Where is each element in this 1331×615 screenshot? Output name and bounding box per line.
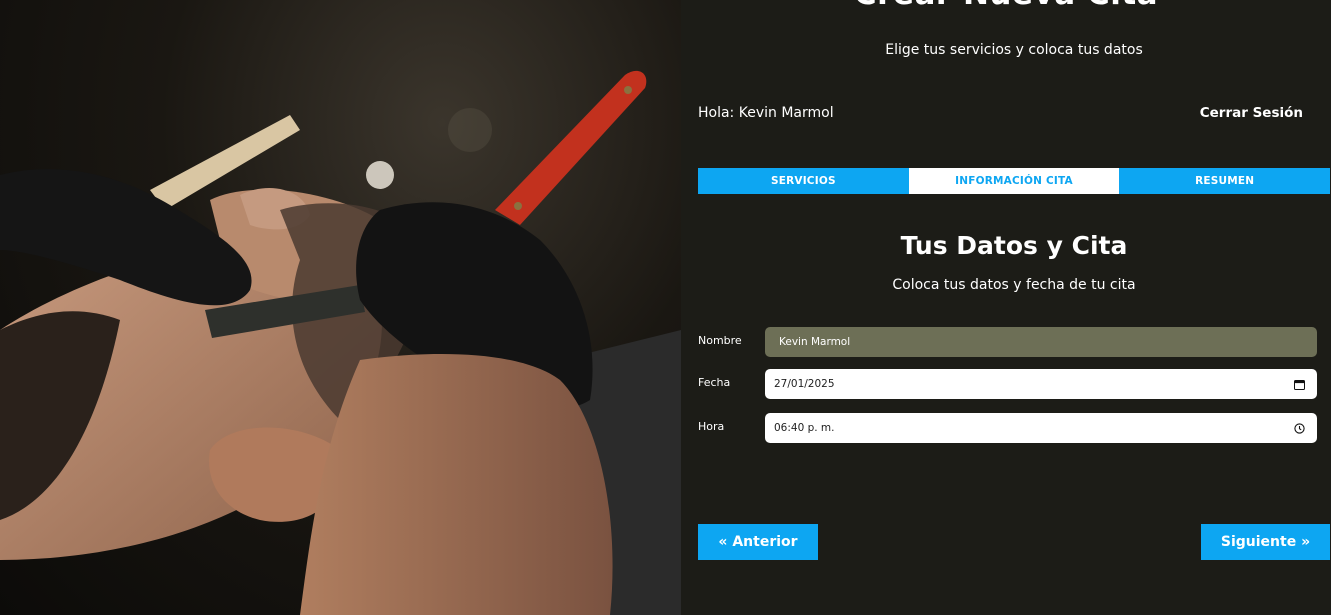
time-label: Hora xyxy=(698,420,725,433)
next-button[interactable]: Siguiente » xyxy=(1201,524,1330,560)
time-field[interactable]: 06:40 p. m. xyxy=(765,413,1317,443)
date-field[interactable]: 27/01/2025 xyxy=(765,369,1317,399)
page-subtitle: Elige tus servicios y coloca tus datos xyxy=(885,42,1143,58)
user-greeting: Hola: Kevin Marmol xyxy=(698,105,834,121)
name-row: Nombre Kevin Marmol xyxy=(698,327,1317,358)
name-value: Kevin Marmol xyxy=(779,336,851,348)
tab-resumen[interactable]: RESUMEN xyxy=(1119,168,1331,194)
name-field[interactable]: Kevin Marmol xyxy=(765,327,1317,357)
logout-link[interactable]: Cerrar Sesión xyxy=(1200,105,1303,121)
calendar-icon[interactable] xyxy=(1293,378,1305,390)
appointment-panel: Crear Nueva Cita Elige tus servicios y c… xyxy=(681,0,1331,615)
barber-shave-photo xyxy=(0,0,681,615)
time-value: 06:40 p. m. xyxy=(774,422,835,434)
tab-informacion-cita[interactable]: INFORMACIÓN CITA xyxy=(908,168,1120,194)
section-title: Tus Datos y Cita xyxy=(900,231,1128,260)
date-value: 27/01/2025 xyxy=(774,378,835,390)
date-row: Fecha 27/01/2025 xyxy=(698,369,1317,400)
clock-icon[interactable] xyxy=(1293,422,1305,434)
step-tabs: SERVICIOS INFORMACIÓN CITA RESUMEN xyxy=(698,168,1331,194)
page-title: Crear Nueva Cita xyxy=(681,0,1331,12)
name-label: Nombre xyxy=(698,334,742,347)
section-subtitle: Coloca tus datos y fecha de tu cita xyxy=(892,277,1136,293)
tab-servicios[interactable]: SERVICIOS xyxy=(698,168,909,194)
photo-illustration xyxy=(0,70,681,615)
date-label: Fecha xyxy=(698,376,731,389)
time-row: Hora 06:40 p. m. xyxy=(698,413,1317,444)
previous-button[interactable]: « Anterior xyxy=(698,524,818,560)
